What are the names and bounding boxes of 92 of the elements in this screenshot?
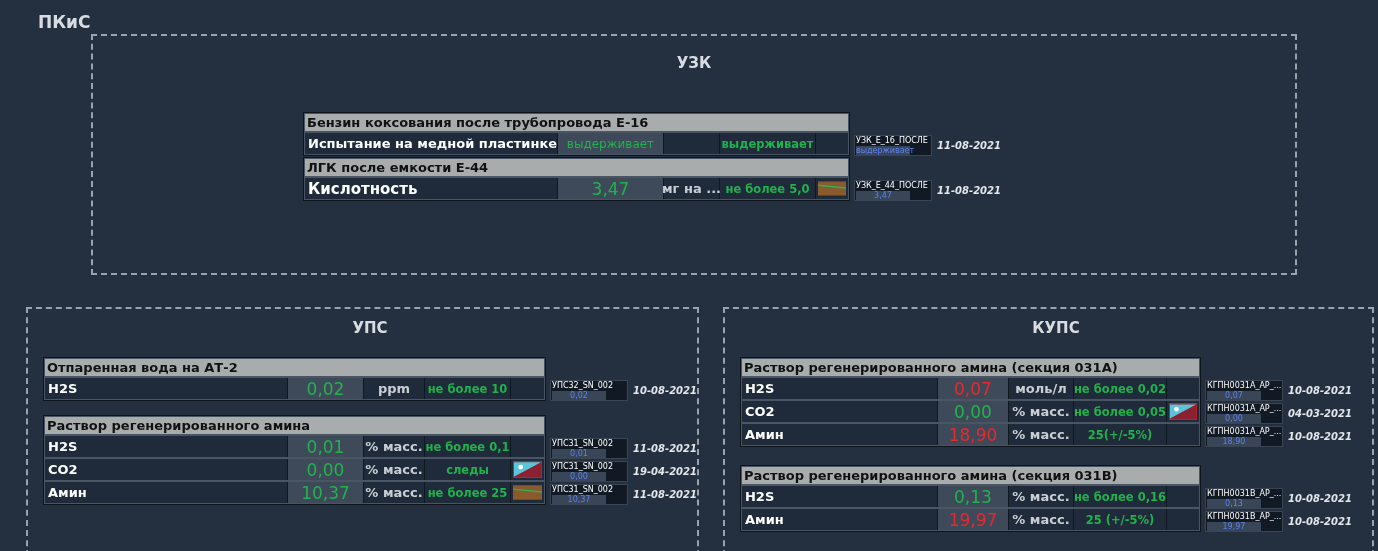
norm-cell: не более 0,16	[1073, 486, 1166, 507]
sample-date: 11-08-2021	[633, 443, 697, 454]
trend-cell	[511, 436, 544, 457]
parameter-name: Амин	[45, 482, 287, 503]
value-cell: 19,97	[937, 509, 1008, 530]
group-header: Бензин коксования после трубопровода Е-16	[305, 114, 848, 131]
value-cell: 0,02	[288, 378, 363, 399]
sample-date: 11-08-2021	[937, 140, 1001, 151]
section-title: УПС	[352, 319, 388, 337]
tag-value: 0,01	[552, 449, 606, 458]
group-header: Раствор регенерированного амина (секция 031В)	[741, 467, 1199, 484]
tag-value: 10,37	[552, 495, 606, 504]
unit-cell: % масс.	[364, 436, 424, 457]
section-title: КУПС	[1032, 319, 1080, 337]
unit-cell: ppm	[364, 378, 424, 399]
page-title: ПКиС	[38, 12, 92, 32]
trend-cell	[1166, 378, 1199, 399]
unit-cell: % масс.	[1008, 509, 1073, 530]
sample-date: 10-08-2021	[633, 385, 697, 396]
parameter-name: CO2	[741, 401, 937, 422]
group-header: Раствор регенерированного амина (секция 031А)	[741, 359, 1199, 376]
norm-cell: 25 (+/-5%)	[1073, 509, 1166, 530]
tag-value: 3,47	[856, 191, 910, 200]
group-header: Раствор регенерированного амина	[45, 417, 544, 434]
tag-name: КГПН0031А_АР_...	[1206, 404, 1281, 414]
group-header: ЛГК после емкости Е-44	[305, 159, 848, 176]
value-cell: 0,13	[937, 486, 1008, 507]
norm-cell: не более 5,0	[720, 178, 815, 199]
value-cell: 0,00	[288, 459, 363, 480]
norm-cell: не более 25	[425, 482, 510, 503]
tag-value: 0,07	[1206, 391, 1261, 400]
group-header: Отпаренная вода на АТ-2	[45, 359, 544, 376]
norm-cell: 25(+/-5%)	[1073, 424, 1166, 445]
value-cell: 0,00	[937, 401, 1008, 422]
unit-cell: моль/л	[1008, 378, 1073, 399]
value-cell: 0,07	[937, 378, 1008, 399]
tag-name: УПС31_SN_002	[552, 485, 614, 495]
sample-date: 10-08-2021	[1287, 516, 1352, 527]
unit-cell: % масс.	[364, 459, 424, 480]
norm-cell: не более 0,1	[425, 436, 510, 457]
norm-cell: выдерживает	[720, 133, 815, 154]
value-cell: выдерживает	[558, 133, 663, 154]
norm-cell: следы	[425, 459, 510, 480]
parameter-name: H2S	[741, 378, 937, 399]
parameter-name: H2S	[45, 436, 287, 457]
tag-name: КГПН0031В_АР_...	[1206, 512, 1281, 522]
norm-cell: не более 10	[425, 378, 510, 399]
unit-cell: % масс.	[1008, 401, 1073, 422]
trend-cell	[511, 378, 544, 399]
tag-value: 0,13	[1206, 499, 1261, 508]
sample-date: 11-08-2021	[633, 489, 697, 500]
sample-date: 10-08-2021	[1287, 431, 1352, 442]
tag-value: 0,00	[552, 472, 606, 481]
parameter-name: CO2	[45, 459, 287, 480]
sample-date: 10-08-2021	[1287, 493, 1352, 504]
tag-name: УПС31_SN_002	[552, 439, 614, 449]
tag-value: 19,97	[1206, 522, 1261, 531]
tag-name: КГПН0031В_АР_...	[1206, 489, 1281, 499]
sample-date: 04-03-2021	[1287, 408, 1352, 419]
sample-date: 10-08-2021	[1287, 385, 1352, 396]
trend-cell	[1166, 509, 1199, 530]
tag-value: 18,90	[1206, 437, 1261, 446]
unit-cell: % масс.	[364, 482, 424, 503]
parameter-name: Амин	[741, 509, 937, 530]
unit-cell: % масс.	[1008, 424, 1073, 445]
tag-name: УЗК_Е_44_ПОСЛЕ	[856, 181, 929, 191]
tag-name: УПС32_SN_002	[552, 381, 614, 391]
tag-name: КГПН0031А_АР_...	[1206, 427, 1281, 437]
trend-cell	[1166, 486, 1199, 507]
trend-cell	[1166, 424, 1199, 445]
section-title: УЗК	[676, 54, 712, 72]
value-cell: 0,01	[288, 436, 363, 457]
tag-name: УПС31_SN_002	[552, 462, 614, 472]
unit-cell: мг на ...	[664, 178, 719, 199]
trend-cell	[816, 133, 848, 154]
norm-cell: не более 0,02	[1073, 378, 1166, 399]
parameter-name: Амин	[741, 424, 937, 445]
tag-name: УЗК_Е_16_ПОСЛЕ	[856, 136, 929, 146]
parameter-name: H2S	[45, 378, 287, 399]
unit-cell: % масс.	[1008, 486, 1073, 507]
sample-date: 11-08-2021	[937, 185, 1001, 196]
sample-date: 19-04-2021	[633, 466, 697, 477]
tag-name: КГПН0031А_АР_...	[1206, 381, 1281, 391]
parameter-name: H2S	[741, 486, 937, 507]
parameter-name: Кислотность	[305, 178, 557, 199]
parameter-name: Испытание на медной пластинке	[305, 133, 557, 154]
tag-value: 0,00	[1206, 414, 1261, 423]
norm-cell: не более 0,05	[1073, 401, 1166, 422]
value-cell: 10,37	[288, 482, 363, 503]
tag-value: 0,02	[552, 391, 606, 400]
value-cell: 3,47	[558, 178, 663, 199]
value-cell: 18,90	[937, 424, 1008, 445]
